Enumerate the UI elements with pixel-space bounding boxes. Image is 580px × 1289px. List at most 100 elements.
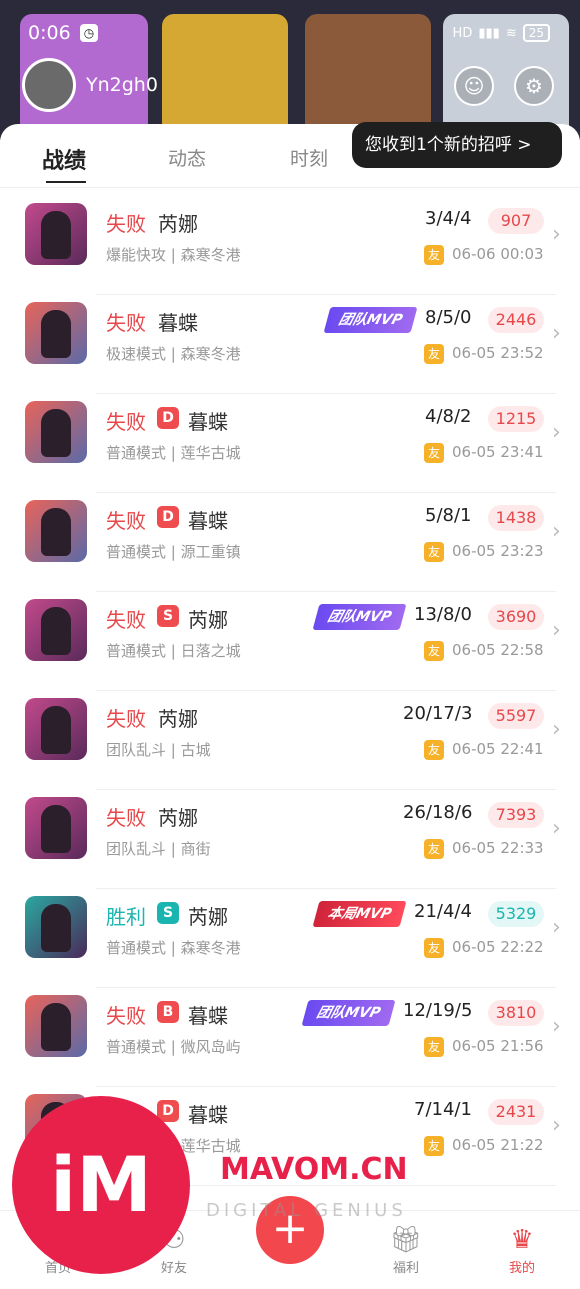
match-result: 失败 bbox=[106, 806, 146, 830]
match-time: 06-05 22:22 bbox=[452, 938, 544, 956]
match-kda: 12/19/5 bbox=[403, 1000, 473, 1021]
smile-icon[interactable]: ☺ bbox=[454, 66, 494, 106]
nav-gift-label: 福利 bbox=[392, 1261, 419, 1276]
gift-icon: 🎁︎ bbox=[389, 1225, 423, 1255]
friend-badge: 友 bbox=[424, 344, 444, 364]
nav-gift[interactable]: 🎁︎ 福利 bbox=[366, 1225, 446, 1276]
battery-icon: 25 bbox=[522, 24, 550, 42]
match-score: 3810 bbox=[488, 1000, 544, 1026]
friend-badge: 友 bbox=[424, 740, 444, 760]
hero-avatar bbox=[25, 599, 87, 661]
match-mode: 普通模式 | 日落之城 bbox=[106, 642, 241, 660]
match-kda: 8/5/0 bbox=[425, 307, 472, 328]
match-row[interactable]: 失败 芮娜 团队乱斗 | 商街 26/18/6 7393 友 06-05 22:33 › bbox=[0, 790, 580, 889]
hero-avatar bbox=[25, 203, 87, 265]
match-time: 06-05 23:23 bbox=[452, 542, 544, 560]
match-result: 失败 bbox=[106, 608, 146, 632]
friend-badge: 友 bbox=[424, 542, 444, 562]
match-score: 3690 bbox=[488, 604, 544, 630]
match-time: 06-05 21:22 bbox=[452, 1136, 544, 1154]
match-row[interactable]: 失败 芮娜 爆能快攻 | 森寒冬港 3/4/4 907 友 06-06 00:03 › bbox=[0, 196, 580, 295]
hero-avatar bbox=[25, 797, 87, 859]
match-mode: 普通模式 | 源工重镇 bbox=[106, 543, 241, 561]
match-score: 2431 bbox=[488, 1099, 544, 1125]
match-row[interactable]: 失败 B 暮蝶 普通模式 | 微风岛屿 团队MVP 12/19/5 3810 友 06-05 2… bbox=[0, 988, 580, 1087]
friend-badge: 友 bbox=[424, 1037, 444, 1057]
match-result: 胜利 bbox=[106, 905, 146, 929]
status-icons: HD ▮▮▮ ≋ 25 bbox=[453, 24, 550, 42]
match-mode: 团队乱斗 | 古城 bbox=[106, 741, 211, 759]
match-mode: 普通模式 | 莲华古城 bbox=[106, 444, 241, 462]
hero-name: 芮娜 bbox=[158, 707, 198, 731]
greeting-tooltip[interactable]: 您收到1个新的招呼 > bbox=[352, 122, 562, 168]
tab-feed[interactable]: 动态 bbox=[168, 144, 206, 171]
match-time: 06-06 00:03 bbox=[452, 245, 544, 263]
tab-record[interactable]: 战绩 bbox=[42, 143, 86, 175]
friend-badge: 友 bbox=[424, 245, 444, 265]
signal-icon: ▮▮▮ bbox=[478, 25, 500, 41]
match-score: 7393 bbox=[488, 802, 544, 828]
match-result: 失败 bbox=[106, 410, 146, 434]
match-list: 失败 芮娜 爆能快攻 | 森寒冬港 3/4/4 907 友 06-06 00:03 › 失败 暮蝶… bbox=[0, 196, 580, 1186]
hero-card bbox=[162, 14, 288, 140]
rank-badge: B bbox=[157, 1001, 179, 1023]
tab-indicator bbox=[46, 179, 86, 183]
match-row[interactable]: 胜利 S 芮娜 普通模式 | 森寒冬港 本局MVP 21/4/4 5329 友 06-05 22… bbox=[0, 889, 580, 988]
chevron-right-icon: › bbox=[552, 321, 561, 346]
match-score: 1215 bbox=[488, 406, 544, 432]
rank-badge: D bbox=[157, 506, 179, 528]
chevron-right-icon: › bbox=[552, 915, 561, 940]
rank-badge: D bbox=[157, 407, 179, 429]
match-time: 06-05 22:41 bbox=[452, 740, 544, 758]
match-mode: 团队乱斗 | 商街 bbox=[106, 840, 211, 858]
mvp-badge: 团队MVP bbox=[323, 307, 418, 333]
avatar[interactable] bbox=[22, 58, 76, 112]
match-row[interactable]: 失败 暮蝶 极速模式 | 森寒冬港 团队MVP 8/5/0 2446 友 06-05 23:5… bbox=[0, 295, 580, 394]
match-row[interactable]: 失败 D 暮蝶 普通模式 | 源工重镇 5/8/1 1438 友 06-05 23:23 › bbox=[0, 493, 580, 592]
match-row[interactable]: 失败 S 芮娜 普通模式 | 日落之城 团队MVP 13/8/0 3690 友 06-05 22… bbox=[0, 592, 580, 691]
match-kda: 5/8/1 bbox=[425, 505, 472, 526]
status-time: 0:06 bbox=[28, 22, 71, 44]
tab-moments[interactable]: 时刻 bbox=[290, 144, 328, 171]
hero-avatar bbox=[25, 500, 87, 562]
match-time: 06-05 23:52 bbox=[452, 344, 544, 362]
username: Yn2gh0 bbox=[86, 74, 158, 96]
wifi-icon: ≋ bbox=[505, 25, 517, 41]
match-kda: 3/4/4 bbox=[425, 208, 472, 229]
match-kda: 7/14/1 bbox=[414, 1099, 472, 1120]
match-mode: 爆能快攻 | 森寒冬港 bbox=[106, 246, 241, 264]
watermark-logo: iM bbox=[12, 1096, 190, 1274]
match-result: 失败 bbox=[106, 212, 146, 236]
match-mode: 极速模式 | 森寒冬港 bbox=[106, 345, 241, 363]
hero-name: 暮蝶 bbox=[158, 311, 198, 335]
match-score: 2446 bbox=[488, 307, 544, 333]
nav-me[interactable]: ♛ 我的 bbox=[482, 1225, 562, 1276]
hero-avatar bbox=[25, 302, 87, 364]
chevron-right-icon: › bbox=[552, 717, 561, 742]
match-result: 失败 bbox=[106, 1004, 146, 1028]
hero-name: 暮蝶 bbox=[188, 1103, 228, 1127]
nav-me-label: 我的 bbox=[508, 1261, 535, 1276]
rank-badge: S bbox=[157, 605, 179, 627]
chevron-right-icon: › bbox=[552, 519, 561, 544]
chevron-right-icon: › bbox=[552, 618, 561, 643]
match-result: 失败 bbox=[106, 707, 146, 731]
match-score: 5329 bbox=[488, 901, 544, 927]
friend-badge: 友 bbox=[424, 443, 444, 463]
match-time: 06-05 21:56 bbox=[452, 1037, 544, 1055]
match-time: 06-05 22:58 bbox=[452, 641, 544, 659]
mvp-badge: 团队MVP bbox=[301, 1000, 396, 1026]
friend-badge: 友 bbox=[424, 641, 444, 661]
hero-name: 芮娜 bbox=[188, 905, 228, 929]
profile-icon: ♛ bbox=[510, 1225, 534, 1255]
match-row[interactable]: 失败 芮娜 团队乱斗 | 古城 20/17/3 5597 友 06-05 22:41 › bbox=[0, 691, 580, 790]
match-kda: 26/18/6 bbox=[403, 802, 473, 823]
friend-badge: 友 bbox=[424, 839, 444, 859]
settings-icon[interactable]: ⚙ bbox=[514, 66, 554, 106]
hero-name: 暮蝶 bbox=[188, 1004, 228, 1028]
match-row[interactable]: 失败 D 暮蝶 普通模式 | 莲华古城 4/8/2 1215 友 06-05 23:41 › bbox=[0, 394, 580, 493]
match-result: 失败 bbox=[106, 509, 146, 533]
network-label: HD bbox=[452, 25, 473, 41]
chevron-right-icon: › bbox=[552, 1113, 561, 1138]
friend-badge: 友 bbox=[424, 938, 444, 958]
